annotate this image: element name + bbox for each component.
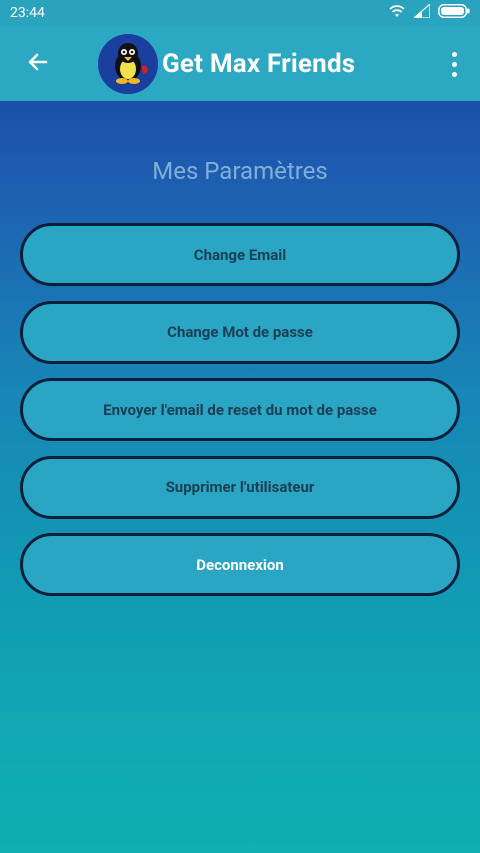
arrow-left-icon [26, 50, 50, 78]
overflow-menu-button[interactable] [442, 48, 466, 80]
app-title: Get Max Friends [162, 48, 356, 79]
back-button[interactable] [20, 46, 56, 82]
status-bar: 23:44 [0, 0, 480, 26]
change-password-button[interactable]: Change Mot de passe [20, 300, 460, 364]
page-title: Mes Paramètres [152, 157, 328, 185]
send-reset-email-button[interactable]: Envoyer l'email de reset du mot de passe [20, 378, 460, 441]
more-vert-icon [451, 51, 457, 57]
change-email-button[interactable]: Change Email [20, 223, 460, 286]
status-icons [388, 2, 470, 22]
battery-icon [438, 4, 470, 22]
settings-list: Change Email Change Mot de passe Envoyer… [20, 223, 460, 611]
penguin-icon [102, 36, 154, 92]
logout-button[interactable]: Deconnexion [20, 533, 460, 596]
signal-icon [412, 2, 431, 22]
app-logo [98, 33, 158, 94]
delete-user-button[interactable]: Supprimer l'utilisateur [20, 455, 460, 519]
wifi-icon [388, 4, 406, 22]
status-time: 23:44 [10, 5, 45, 21]
app-bar: Get Max Friends [0, 26, 480, 101]
